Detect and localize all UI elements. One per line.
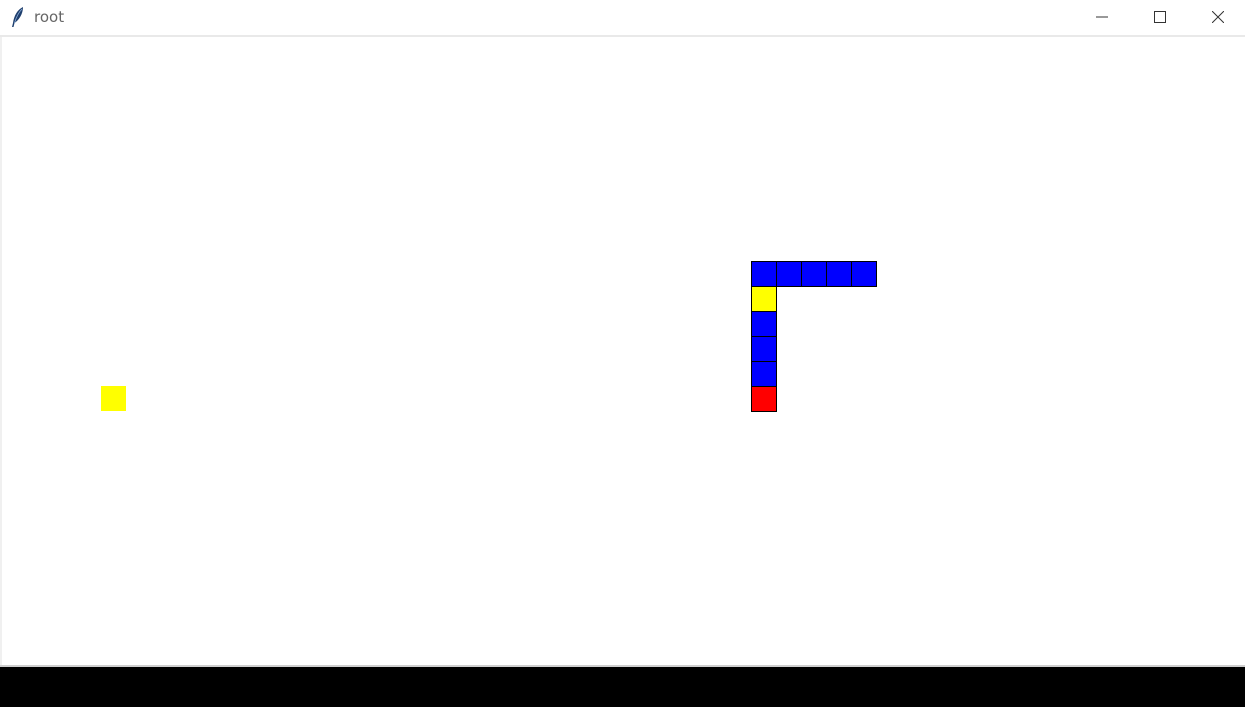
snake-segment bbox=[801, 261, 827, 287]
snake-segment bbox=[751, 261, 777, 287]
maximize-icon bbox=[1154, 11, 1166, 23]
snake-segment bbox=[751, 286, 777, 312]
snake-segment bbox=[826, 261, 852, 287]
snake-segment bbox=[751, 336, 777, 362]
snake-segment bbox=[751, 361, 777, 387]
taskbar bbox=[0, 665, 1245, 707]
snake-head bbox=[751, 386, 777, 412]
close-icon bbox=[1212, 11, 1224, 23]
food-pellet bbox=[101, 386, 126, 411]
close-button[interactable] bbox=[1189, 0, 1245, 34]
snake-segment bbox=[751, 311, 777, 337]
minimize-icon bbox=[1096, 11, 1108, 23]
snake-segment bbox=[776, 261, 802, 287]
feather-icon bbox=[10, 6, 26, 28]
game-canvas[interactable] bbox=[0, 37, 1245, 665]
maximize-button[interactable] bbox=[1131, 0, 1189, 34]
title-bar[interactable]: root bbox=[0, 0, 1245, 34]
game-board bbox=[101, 261, 877, 412]
snake-segment bbox=[851, 261, 877, 287]
window-title: root bbox=[34, 8, 65, 26]
minimize-button[interactable] bbox=[1073, 0, 1131, 34]
app-window: root bbox=[0, 0, 1245, 665]
